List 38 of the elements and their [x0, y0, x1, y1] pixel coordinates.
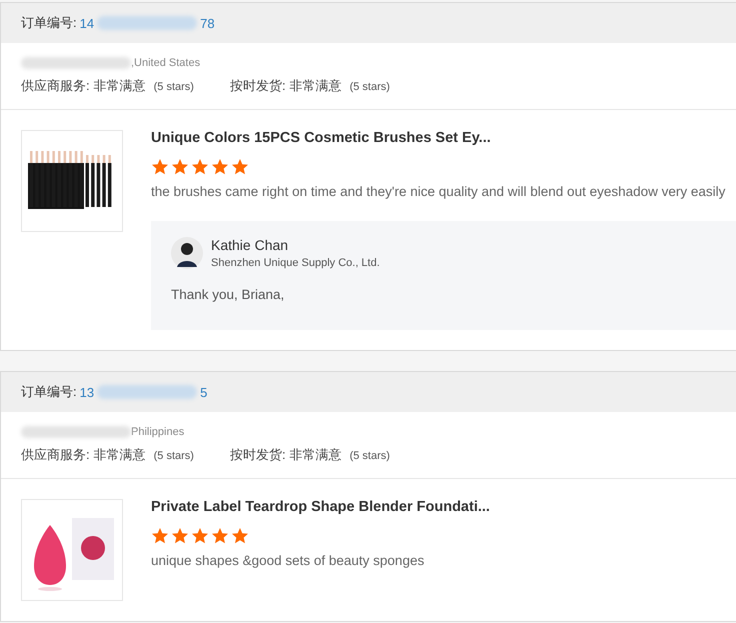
avatar-icon [171, 237, 203, 269]
buyer-location: ,United States [131, 57, 200, 69]
star-icon [191, 527, 209, 545]
star-icon [231, 527, 249, 545]
rating-stars-text: (5 stars) [154, 81, 194, 93]
rating-stars-text: (5 stars) [350, 450, 390, 462]
order-label: 订单编号: [21, 14, 77, 32]
rating-label: 供应商服务: [21, 77, 90, 95]
order-number[interactable]: 13 [80, 384, 94, 400]
rating-label: 供应商服务: [21, 446, 90, 464]
replier-name: Kathie Chan [211, 237, 290, 253]
company-name: Shenzhen Unique Supply Co., Ltd. [211, 257, 380, 269]
product-title[interactable]: Unique Colors 15PCS Cosmetic Brushes Set Ey... [151, 130, 736, 146]
review-text: unique shapes &good sets of beauty sponges [151, 553, 426, 568]
order-label: 订单编号: [21, 383, 77, 401]
star-icon [151, 158, 169, 176]
rating-label: 按时发货: [230, 77, 286, 95]
star-icon [211, 527, 229, 545]
product-title[interactable]: Private Label Teardrop Shape Blender Foundati... [151, 499, 490, 515]
rating-label: 按时发货: [230, 446, 286, 464]
order-number[interactable]: 5 [200, 384, 208, 400]
rating-value: 非常满意 [94, 77, 146, 95]
star-icon [231, 158, 249, 176]
rating-value: 非常满意 [94, 446, 146, 464]
rating-stars-text: (5 stars) [350, 81, 390, 93]
reply-text: Thank you, Briana, [171, 287, 286, 302]
review-text: the brushes came right on time and they're nice quality and will blend out eyeshadow very easily [151, 184, 726, 199]
rating-value: 非常满意 [290, 77, 342, 95]
star-icon [151, 527, 169, 545]
star-icon [171, 527, 189, 545]
order-number[interactable]: 14 [80, 16, 94, 30]
rating-value: 非常满意 [290, 446, 342, 464]
star-icon [191, 158, 209, 176]
buyer-location: Philippines [131, 426, 184, 438]
star-icon [211, 158, 229, 176]
order-number[interactable]: 78 [200, 16, 215, 30]
star-icon [171, 158, 189, 176]
rating-stars-text: (5 stars) [154, 450, 194, 462]
